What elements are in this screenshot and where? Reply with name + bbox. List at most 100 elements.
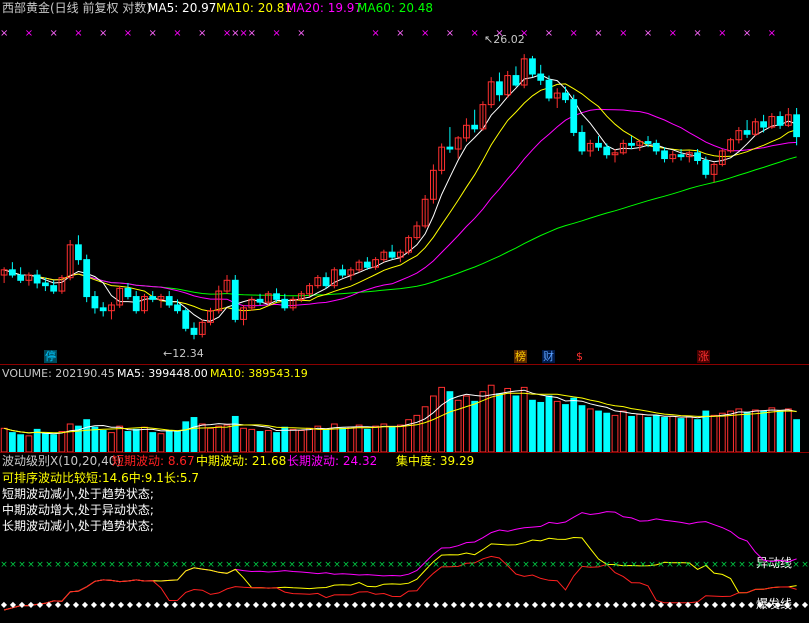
x-marker-icon: ×: [74, 28, 82, 39]
abnormal-threshold-marker: ×: [306, 560, 314, 570]
abnormal-threshold-marker: ×: [747, 560, 755, 570]
abnormal-threshold-marker: ×: [684, 560, 692, 570]
candle-body: [124, 287, 132, 298]
candle-body: [496, 81, 503, 96]
volume-bar: [784, 408, 792, 452]
volume-chart[interactable]: [0, 380, 809, 452]
explosive-threshold-marker: ◆: [82, 600, 89, 609]
explosive-threshold-marker: ◆: [28, 600, 35, 609]
explosive-threshold-marker: ◆: [199, 600, 206, 609]
candle-body: [652, 142, 660, 152]
x-marker-icon: ×: [743, 28, 751, 39]
volume-bar: [793, 419, 801, 452]
explosive-threshold-marker: ◆: [478, 600, 485, 609]
x-marker-icon: ×: [446, 28, 454, 39]
abnormal-threshold-marker: ×: [333, 560, 341, 570]
volume-bar: [339, 427, 346, 452]
explosive-threshold-marker: ◆: [118, 600, 125, 609]
x-marker-icon: ×: [272, 28, 280, 39]
explosive-threshold-marker: ◆: [595, 600, 602, 609]
explosive-threshold-marker: ◆: [586, 600, 593, 609]
abnormal-threshold-marker: ×: [495, 560, 503, 570]
candle-body: [776, 116, 784, 126]
explosive-threshold-marker: ◆: [244, 600, 251, 609]
candle-body: [273, 293, 280, 300]
abnormal-threshold-marker: ×: [603, 560, 611, 570]
explosive-threshold-marker: ◆: [172, 600, 179, 609]
volume-bar: [215, 425, 223, 452]
explosive-threshold-marker: ◆: [235, 600, 242, 609]
explosive-threshold-marker: ◆: [667, 600, 674, 609]
explosive-threshold-marker: ◆: [784, 600, 791, 609]
explosive-threshold-marker: ◆: [424, 600, 431, 609]
volume-bar: [25, 435, 33, 452]
explosive-threshold-marker: ◆: [496, 600, 503, 609]
abnormal-threshold-marker: ×: [729, 560, 737, 570]
volume-bar: [570, 397, 578, 452]
volume-bar: [363, 428, 371, 452]
volume-bar: [768, 407, 776, 452]
abnormal-threshold-marker: ×: [9, 560, 17, 570]
volume-bar: [718, 412, 726, 452]
abnormal-threshold-marker: ×: [387, 560, 395, 570]
candle-body: [75, 244, 82, 261]
abnormal-threshold-marker: ×: [153, 560, 161, 570]
abnormal-threshold-marker: ×: [513, 560, 521, 570]
x-marker-icon: ×: [149, 28, 157, 39]
abnormal-threshold-marker: ×: [477, 560, 485, 570]
explosive-threshold-marker: ◆: [703, 600, 710, 609]
explosive-threshold-marker: ◆: [415, 600, 422, 609]
explosive-threshold-marker: ◆: [361, 600, 368, 609]
explosive-threshold-marker: ◆: [208, 600, 215, 609]
event-tag-finance[interactable]: 财: [542, 350, 555, 363]
explosive-threshold-marker: ◆: [739, 600, 746, 609]
x-marker-icon: ×: [644, 28, 652, 39]
abnormal-threshold-marker: ×: [288, 560, 296, 570]
explosive-threshold-marker: ◆: [55, 600, 62, 609]
candle-body: [529, 58, 536, 75]
explosive-threshold-marker: ◆: [262, 600, 269, 609]
explosive-threshold-marker: ◆: [154, 600, 161, 609]
candle-body: [165, 296, 173, 306]
volume-bar: [751, 409, 759, 452]
volume-bar: [231, 415, 239, 452]
explosive-threshold-marker: ◆: [226, 600, 233, 609]
explosive-threshold-marker: ◆: [253, 600, 260, 609]
explosive-threshold-marker: ◆: [91, 600, 98, 609]
abnormal-threshold-marker: ×: [198, 560, 206, 570]
volume-ma5-label: MA5: 399448.00: [117, 367, 208, 380]
volume-bar: [760, 410, 767, 452]
volume-bar: [603, 412, 611, 452]
explosive-threshold-marker: ◆: [46, 600, 53, 609]
explosive-threshold-marker: ◆: [523, 600, 530, 609]
volume-bar: [496, 393, 503, 452]
event-tag-halt[interactable]: 停: [44, 350, 57, 363]
event-tag-dollar[interactable]: $: [576, 350, 583, 363]
candle-body: [537, 73, 545, 81]
candle-body: [339, 269, 346, 276]
abnormal-threshold-marker: ×: [180, 560, 188, 570]
volume-bar: [347, 426, 355, 452]
event-tag-ranking[interactable]: 榜: [514, 350, 527, 363]
explosive-threshold-marker: ◆: [19, 600, 26, 609]
volume-bar: [50, 434, 58, 452]
explosive-threshold-marker: ◆: [397, 600, 404, 609]
volume-bar: [421, 406, 429, 452]
abnormal-threshold-marker: ×: [315, 560, 323, 570]
explosive-threshold-marker: ◆: [631, 600, 638, 609]
x-marker-icon: ×: [718, 28, 726, 39]
volume-bar: [355, 424, 363, 452]
explosive-threshold-marker: ◆: [469, 600, 476, 609]
price-chart[interactable]: × × × × × × × × × × × × × × × × × × × × × × × × × × × × × × × ×: [0, 0, 809, 365]
abnormal-threshold-marker: ×: [711, 560, 719, 570]
volume-bar: [240, 427, 247, 452]
volume-bar: [545, 395, 553, 452]
candle-body: [8, 269, 16, 276]
event-tag-limit-up[interactable]: 涨: [697, 350, 710, 363]
explosive-threshold-marker: ◆: [541, 600, 548, 609]
explosive-threshold-marker: ◆: [316, 600, 323, 609]
abnormal-threshold-marker: ×: [324, 560, 332, 570]
abnormal-threshold-marker: ×: [666, 560, 674, 570]
wave-chart[interactable]: × ◆ × ◆ × ◆ × ◆ × ◆ × ◆ × ◆ × ◆ × ◆ × ◆ × ◆ × ◆ × ◆ × ◆ × ◆ × ◆ × ◆ × ◆ × ◆ × ◆…: [0, 470, 809, 623]
volume-bar: [190, 417, 198, 452]
